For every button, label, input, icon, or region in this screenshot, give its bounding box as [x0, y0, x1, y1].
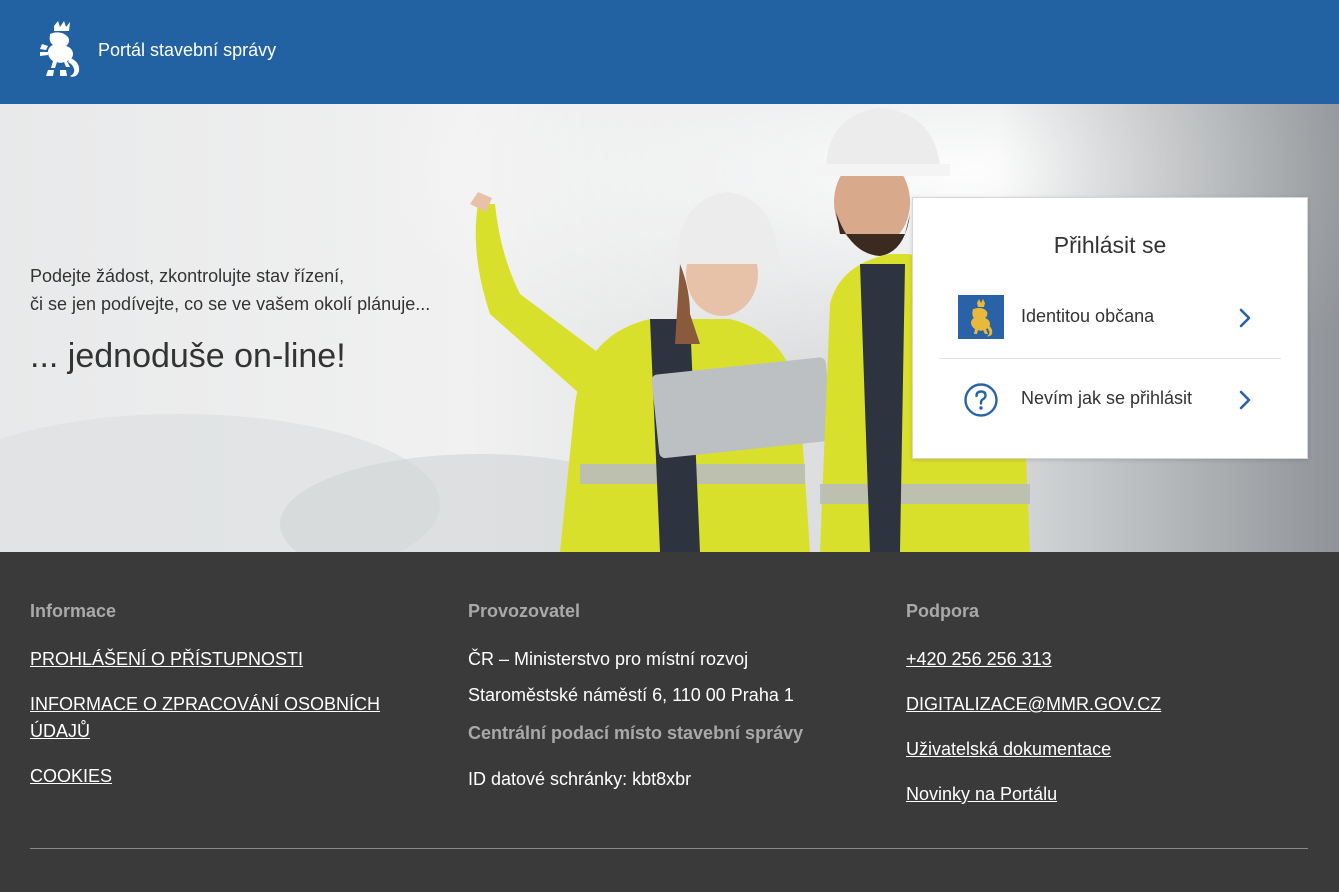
databox-id: ID datové schránky: kbt8xbr: [468, 769, 692, 789]
login-divider: [939, 358, 1281, 359]
footer-column-informace: Informace PROHLÁŠENÍ O PŘÍSTUPNOSTI INFO…: [30, 600, 410, 808]
hero-text-line-1: Podejte žádost, zkontrolujte stav řízení…: [30, 266, 345, 286]
site-footer: Informace PROHLÁŠENÍ O PŘÍSTUPNOSTI INFO…: [0, 552, 1339, 892]
user-documentation-link[interactable]: Uživatelská dokumentace: [906, 736, 1306, 763]
footer-heading-podpora: Podpora: [906, 601, 980, 621]
site-header: Portál stavební správy: [0, 0, 1339, 104]
footer-column-provozovatel: Provozovatel ČR – Ministerstvo pro místn…: [468, 600, 868, 802]
login-option-label: Nevím jak se přihlásit: [1021, 388, 1193, 408]
login-option-label: Identitou občana: [1021, 306, 1155, 326]
hero-slogan: ... jednoduše on-line!: [30, 337, 346, 375]
footer-heading-provozovatel: Provozovatel: [468, 601, 581, 621]
cookies-link[interactable]: COOKIES: [30, 763, 410, 790]
czech-lion-icon: [958, 295, 1004, 339]
footer-heading-informace: Informace: [30, 601, 117, 621]
footer-subheading-submission-point: Centrální podací místo stavební správy: [468, 723, 804, 743]
login-card: Přihlásit se Identitou občana Nevím jak …: [912, 197, 1308, 459]
portal-news-link[interactable]: Novinky na Portálu: [906, 781, 1306, 808]
login-option-citizen-identity[interactable]: Identitou občana: [939, 287, 1281, 347]
footer-divider: [30, 848, 1308, 849]
login-title: Přihlásit se: [1053, 232, 1167, 258]
login-option-help[interactable]: Nevím jak se přihlásit: [939, 369, 1281, 429]
personal-data-processing-link[interactable]: INFORMACE O ZPRACOVÁNÍ OSOBNÍCH ÚDAJŮ: [30, 691, 410, 745]
czech-lion-icon[interactable]: [34, 20, 84, 80]
chevron-right-icon: [1239, 390, 1251, 410]
site-title[interactable]: Portál stavební správy: [98, 38, 276, 62]
support-email-link[interactable]: DIGITALIZACE@MMR.GOV.CZ: [906, 691, 1306, 718]
accessibility-statement-link[interactable]: PROHLÁŠENÍ O PŘÍSTUPNOSTI: [30, 646, 410, 673]
operator-address: Staroměstské náměstí 6, 110 00 Praha 1: [468, 685, 794, 705]
chevron-right-icon: [1239, 308, 1251, 328]
footer-column-podpora: Podpora +420 256 256 313 DIGITALIZACE@MM…: [906, 600, 1306, 826]
support-phone-link[interactable]: +420 256 256 313: [906, 646, 1306, 673]
operator-name: ČR – Ministerstvo pro místní rozvoj: [468, 649, 749, 669]
question-circle-icon: [964, 383, 998, 417]
hero-text-line-2: či se jen podívejte, co se ve vašem okol…: [30, 294, 431, 314]
